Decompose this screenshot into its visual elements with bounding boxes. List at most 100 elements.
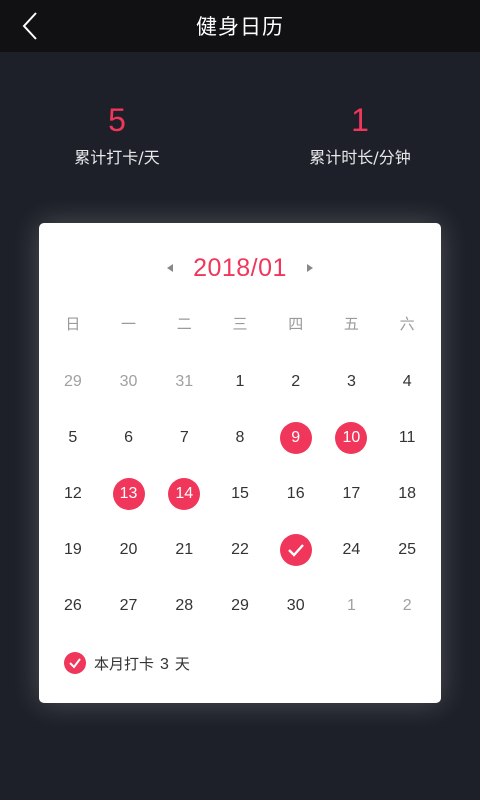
top-bar: 健身日历 — [0, 0, 480, 52]
calendar-day[interactable]: 10 — [324, 410, 380, 466]
summary-count: 3 — [160, 655, 169, 673]
day-number: 27 — [119, 597, 138, 614]
calendar-day[interactable]: 30 — [268, 578, 324, 634]
calendar-day[interactable]: 18 — [379, 466, 435, 522]
day-number: 15 — [231, 485, 249, 502]
day-grid: 29 30 31 1 2 3 4 5 6 7 8 9 10 11 12 13 14 15 16 17 18 19 20 21 2… — [45, 354, 435, 634]
day-number: 13 — [112, 478, 145, 510]
month-label: 2018/01 — [193, 253, 287, 282]
back-button[interactable] — [10, 6, 50, 46]
day-number: 18 — [398, 485, 417, 502]
weekday-label: 日 — [65, 315, 81, 333]
summary-suffix: 天 — [174, 654, 190, 673]
calendar-day[interactable]: 7 — [156, 410, 212, 466]
day-number: 29 — [63, 373, 82, 390]
day-number: 30 — [286, 597, 305, 614]
day-number: 21 — [175, 541, 194, 558]
day-number: 30 — [119, 373, 138, 390]
calendar-day[interactable]: 3 — [324, 354, 380, 410]
day-number: 8 — [235, 429, 245, 446]
calendar-day[interactable]: 24 — [324, 522, 380, 578]
summary-text: 本月打卡 3 天 — [94, 653, 190, 674]
page-title: 健身日历 — [196, 15, 284, 39]
duration-total-value: 1 — [351, 102, 369, 138]
duration-total-stat: 1 累计时长/分钟 — [260, 100, 460, 168]
day-number: 1 — [235, 373, 245, 390]
calendar-day[interactable]: 21 — [156, 522, 212, 578]
calendar-day[interactable]: 27 — [101, 578, 157, 634]
day-number: 14 — [168, 478, 201, 510]
day-number: 28 — [175, 597, 194, 614]
month-navigation: 2018/01 — [39, 251, 441, 285]
weekday-header: 日一二三四五六 — [45, 313, 435, 337]
day-number: 6 — [124, 429, 134, 446]
checked-day-icon — [279, 534, 312, 566]
day-number: 25 — [398, 541, 417, 558]
calendar-day[interactable]: 16 — [268, 466, 324, 522]
day-number: 4 — [402, 373, 412, 390]
weekday-label: 六 — [399, 315, 415, 333]
day-number: 7 — [179, 429, 189, 446]
calendar-day[interactable]: 14 — [156, 466, 212, 522]
day-number: 22 — [231, 541, 249, 558]
calendar-day[interactable]: 13 — [101, 466, 157, 522]
calendar-day[interactable]: 29 — [45, 354, 101, 410]
calendar-day[interactable]: 26 — [45, 578, 101, 634]
day-number: 20 — [119, 541, 138, 558]
calendar-day[interactable]: 17 — [324, 466, 380, 522]
day-number: 11 — [398, 429, 416, 446]
day-number: 2 — [291, 373, 301, 390]
summary-prefix: 本月打卡 — [94, 654, 155, 673]
day-number: 17 — [342, 485, 361, 502]
calendar-day[interactable]: 1 — [324, 578, 380, 634]
day-number: 29 — [231, 597, 249, 614]
calendar-day[interactable]: 1 — [212, 354, 268, 410]
day-number: 12 — [63, 485, 82, 502]
duration-total-label: 累计时长/分钟 — [309, 148, 411, 167]
calendar-day[interactable]: 19 — [45, 522, 101, 578]
calendar-day[interactable]: 4 — [379, 354, 435, 410]
checkin-total-value: 5 — [108, 102, 126, 138]
calendar-day[interactable]: 5 — [45, 410, 101, 466]
calendar-day[interactable]: 31 — [156, 354, 212, 410]
calendar-day[interactable]: 25 — [379, 522, 435, 578]
monthly-summary: 本月打卡 3 天 — [64, 651, 190, 675]
weekday-label: 四 — [288, 315, 304, 333]
calendar-day[interactable]: 2 — [268, 354, 324, 410]
day-number: 16 — [286, 485, 305, 502]
day-number: 10 — [335, 422, 368, 454]
stats-panel: 5 累计打卡/天 1 累计时长/分钟 — [0, 100, 480, 180]
calendar-day[interactable] — [268, 522, 324, 578]
calendar-day[interactable]: 11 — [379, 410, 435, 466]
prev-month-button[interactable] — [159, 257, 181, 279]
day-number: 9 — [279, 422, 312, 454]
day-number: 5 — [68, 429, 78, 446]
weekday-label: 三 — [232, 315, 248, 333]
day-number: 24 — [342, 541, 361, 558]
chevron-left-icon — [22, 12, 37, 40]
day-number: 1 — [346, 597, 356, 614]
day-number: 2 — [402, 597, 412, 614]
checkin-total-stat: 5 累计打卡/天 — [17, 100, 217, 168]
weekday-label: 一 — [121, 315, 137, 333]
calendar-day[interactable]: 2 — [379, 578, 435, 634]
calendar-day[interactable]: 30 — [101, 354, 157, 410]
next-month-button[interactable] — [299, 257, 321, 279]
calendar-day[interactable]: 12 — [45, 466, 101, 522]
calendar-day[interactable]: 15 — [212, 466, 268, 522]
caret-left-icon — [167, 264, 174, 272]
calendar-day[interactable]: 9 — [268, 410, 324, 466]
day-number: 19 — [63, 541, 82, 558]
calendar-day[interactable]: 6 — [101, 410, 157, 466]
weekday-label: 五 — [343, 315, 359, 333]
calendar-day[interactable]: 20 — [101, 522, 157, 578]
caret-right-icon — [306, 264, 313, 272]
calendar-day[interactable]: 28 — [156, 578, 212, 634]
calendar-day[interactable]: 8 — [212, 410, 268, 466]
day-number: 3 — [346, 373, 356, 390]
day-number: 31 — [175, 373, 194, 390]
check-circle-icon — [64, 652, 86, 674]
calendar-day[interactable]: 29 — [212, 578, 268, 634]
day-number: 26 — [63, 597, 82, 614]
calendar-day[interactable]: 22 — [212, 522, 268, 578]
